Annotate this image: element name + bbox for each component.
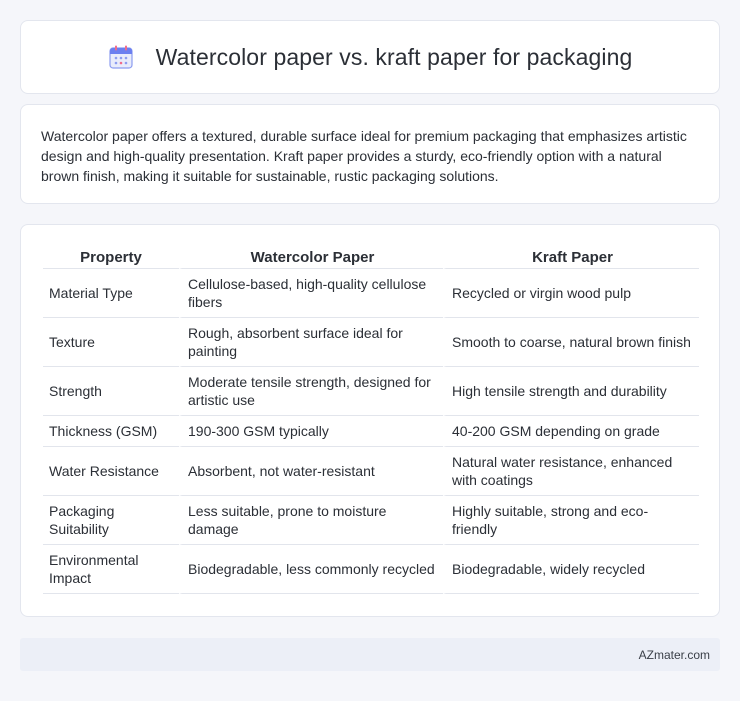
property-cell: Environmental Impact	[43, 545, 179, 594]
table-row: Packaging Suitability Less suitable, pro…	[43, 496, 699, 545]
watercolor-cell: Moderate tensile strength, designed for …	[179, 367, 443, 416]
watercolor-cell: Absorbent, not water-resistant	[179, 447, 443, 496]
header-property: Property	[43, 247, 179, 269]
kraft-cell: Biodegradable, widely recycled	[443, 545, 699, 594]
property-cell: Thickness (GSM)	[43, 416, 179, 447]
kraft-cell: Highly suitable, strong and eco-friendly	[443, 496, 699, 545]
watercolor-cell: Cellulose-based, high-quality cellulose …	[179, 269, 443, 318]
table-row: Strength Moderate tensile strength, desi…	[43, 367, 699, 416]
table-row: Material Type Cellulose-based, high-qual…	[43, 269, 699, 318]
kraft-cell: 40-200 GSM depending on grade	[443, 416, 699, 447]
summary-card: Watercolor paper offers a textured, dura…	[20, 104, 720, 204]
footer: AZmater.com	[20, 638, 720, 671]
kraft-cell: High tensile strength and durability	[443, 367, 699, 416]
header-watercolor-paper: Watercolor Paper	[179, 247, 443, 269]
table-header-row: Property Watercolor Paper Kraft Paper	[43, 247, 699, 269]
table-row: Environmental Impact Biodegradable, less…	[43, 545, 699, 594]
summary-text: Watercolor paper offers a textured, dura…	[41, 128, 687, 184]
title-card: Watercolor paper vs. kraft paper for pac…	[20, 20, 720, 94]
watercolor-cell: Less suitable, prone to moisture damage	[179, 496, 443, 545]
kraft-cell: Natural water resistance, enhanced with …	[443, 447, 699, 496]
footer-site-name: AZmater.com	[638, 647, 710, 662]
page: Watercolor paper vs. kraft paper for pac…	[0, 0, 740, 701]
calendar-icon	[109, 45, 133, 69]
property-cell: Water Resistance	[43, 447, 179, 496]
property-cell: Texture	[43, 318, 179, 367]
watercolor-cell: Biodegradable, less commonly recycled	[179, 545, 443, 594]
property-cell: Packaging Suitability	[43, 496, 179, 545]
page-title: Watercolor paper vs. kraft paper for pac…	[155, 43, 633, 70]
comparison-table-card: Property Watercolor Paper Kraft Paper Ma…	[20, 224, 720, 617]
watercolor-cell: Rough, absorbent surface ideal for paint…	[179, 318, 443, 367]
table-row: Texture Rough, absorbent surface ideal f…	[43, 318, 699, 367]
kraft-cell: Smooth to coarse, natural brown finish	[443, 318, 699, 367]
kraft-cell: Recycled or virgin wood pulp	[443, 269, 699, 318]
table-row: Water Resistance Absorbent, not water-re…	[43, 447, 699, 496]
property-cell: Material Type	[43, 269, 179, 318]
header-kraft-paper: Kraft Paper	[443, 247, 699, 269]
table-row: Thickness (GSM) 190-300 GSM typically 40…	[43, 416, 699, 447]
watercolor-cell: 190-300 GSM typically	[179, 416, 443, 447]
comparison-table: Property Watercolor Paper Kraft Paper Ma…	[43, 247, 699, 594]
property-cell: Strength	[43, 367, 179, 416]
